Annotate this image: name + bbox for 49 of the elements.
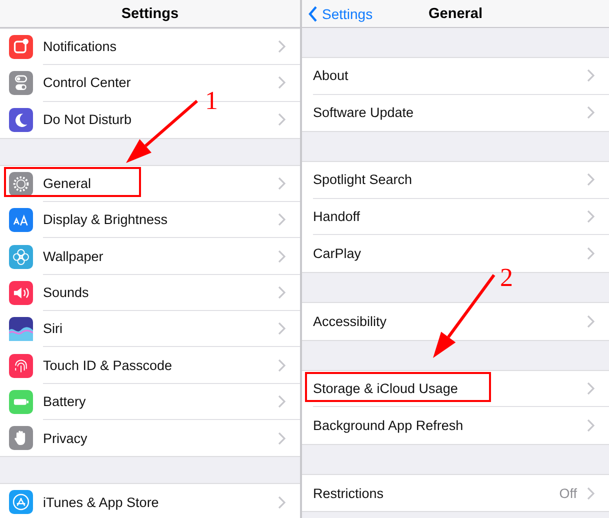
chevron-icon (278, 40, 286, 54)
chevron-icon (278, 286, 286, 299)
chevron-icon (278, 432, 286, 445)
setting-item[interactable]: Storage & iCloud Usage (313, 380, 587, 396)
setting-value: Off (559, 486, 577, 501)
setting-item[interactable]: CarPlay (313, 246, 587, 262)
chevron-icon (278, 496, 286, 509)
chevron-icon (587, 382, 595, 395)
chevron-icon (278, 113, 286, 126)
chevron-icon (278, 322, 286, 336)
setting-item[interactable]: Software Update (313, 105, 587, 120)
setting-item[interactable]: Privacy (43, 430, 278, 446)
chevron-icon (278, 177, 286, 190)
setting-item[interactable]: Restrictions (313, 486, 560, 501)
setting-item[interactable]: iTunes & App Store (43, 494, 278, 510)
setting-item[interactable]: Touch ID & Passcode (43, 358, 278, 373)
step-number: 2 (500, 265, 513, 291)
setting-item[interactable]: Handoff (313, 209, 587, 224)
chevron-icon (587, 418, 595, 432)
setting-item[interactable]: Notifications (43, 39, 278, 54)
chevron-icon (587, 173, 595, 186)
setting-item[interactable]: Siri (43, 321, 278, 336)
chevron-icon (278, 394, 286, 408)
back-chevron-icon (308, 6, 318, 22)
setting-item[interactable]: About (313, 68, 587, 84)
setting-item[interactable]: Sounds (43, 284, 278, 300)
chevron-icon (587, 314, 595, 328)
setting-item[interactable]: Control Center (43, 75, 278, 90)
chevron-icon (587, 247, 595, 260)
chevron-icon (587, 210, 595, 224)
setting-item[interactable]: Background App Refresh (313, 418, 587, 433)
setting-item[interactable]: Display & Brightness (43, 212, 278, 228)
screen-title: General (428, 6, 482, 22)
chevron-icon (278, 358, 286, 372)
setting-item[interactable]: Accessibility (313, 314, 587, 329)
chevron-icon (587, 69, 595, 82)
setting-item[interactable]: General (43, 176, 278, 192)
setting-item[interactable]: Wallpaper (43, 248, 278, 264)
chevron-icon (278, 76, 286, 90)
chevron-icon (587, 106, 595, 120)
step-number: 1 (205, 88, 218, 114)
setting-item[interactable]: Battery (43, 394, 278, 409)
chevron-icon (278, 250, 286, 263)
back-button[interactable]: Settings (306, 3, 375, 25)
chevron-icon (587, 486, 595, 500)
setting-item[interactable]: Spotlight Search (313, 172, 587, 188)
chevron-icon (278, 213, 286, 226)
screen-title: Settings (121, 6, 179, 22)
setting-item[interactable]: Do Not Disturb (43, 112, 278, 128)
